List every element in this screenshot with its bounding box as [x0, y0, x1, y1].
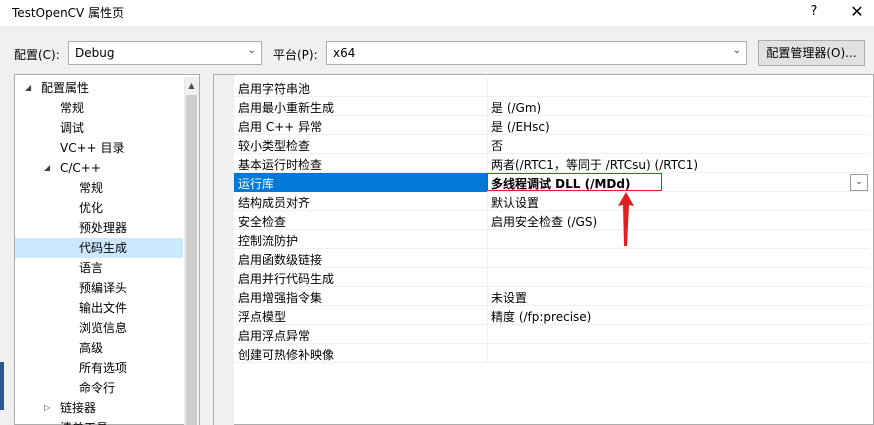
tree-item[interactable]: 链接器 — [60, 398, 96, 418]
column-divider — [487, 154, 488, 173]
tree-item[interactable]: 所有选项 — [79, 358, 127, 378]
tree-item[interactable]: 预编译头 — [79, 278, 127, 298]
property-row[interactable]: 启用增强指令集 未设置 — [234, 287, 870, 306]
tree-item[interactable]: 调试 — [60, 118, 84, 138]
configuration-value: Debug — [75, 46, 115, 60]
property-name: 浮点模型 — [238, 310, 287, 324]
column-divider — [487, 116, 488, 135]
property-name: 创建可热修补映像 — [238, 348, 335, 362]
property-row[interactable]: 启用函数级链接 — [234, 249, 870, 268]
column-divider — [487, 268, 488, 287]
column-divider — [487, 192, 488, 211]
property-value[interactable]: 默认设置 — [491, 194, 539, 211]
window-title: TestOpenCV 属性页 — [12, 6, 125, 20]
tree-item[interactable]: 清单工具 — [60, 418, 108, 425]
column-divider — [487, 211, 488, 230]
property-name: 启用 C++ 异常 — [238, 120, 323, 134]
configuration-select[interactable]: Debug ⌄ — [68, 41, 262, 65]
tree-item[interactable]: 预处理器 — [79, 218, 127, 238]
column-divider — [487, 306, 488, 325]
column-divider — [487, 78, 488, 97]
column-divider — [487, 97, 488, 116]
property-row[interactable]: 启用 C++ 异常 是 (/EHsc) — [234, 116, 870, 135]
tree-item[interactable]: 代码生成 — [79, 238, 127, 258]
tree-item[interactable]: 优化 — [79, 198, 103, 218]
property-value[interactable]: 未设置 — [491, 289, 527, 306]
platform-select[interactable]: x64 ⌄ — [326, 41, 747, 65]
close-button[interactable]: ✕ — [846, 2, 868, 22]
property-value[interactable]: 精度 (/fp:precise) — [491, 308, 591, 325]
property-name: 安全检查 — [238, 215, 287, 229]
column-divider — [487, 135, 488, 154]
property-row[interactable]: 较小类型检查 否 — [234, 135, 870, 154]
property-name: 启用增强指令集 — [238, 291, 323, 305]
column-divider — [487, 249, 488, 268]
column-divider — [487, 325, 488, 344]
chevron-down-icon: ⌄ — [732, 45, 741, 56]
property-value[interactable]: 是 (/Gm) — [491, 99, 541, 116]
tree-item[interactable]: 命令行 — [79, 378, 115, 398]
property-row[interactable]: 控制流防护 — [234, 230, 870, 249]
platform-label: 平台(P): — [273, 48, 318, 62]
background-window-edge — [0, 362, 4, 410]
property-name: 启用函数级链接 — [238, 253, 323, 267]
tree-item[interactable]: 输出文件 — [79, 298, 127, 318]
property-row[interactable]: 启用浮点异常 — [234, 325, 870, 344]
title-bar — [0, 0, 874, 26]
property-name: 较小类型检查 — [238, 139, 311, 153]
configuration-manager-button[interactable]: 配置管理器(O)... — [758, 40, 865, 66]
property-value[interactable]: 启用安全检查 (/GS) — [491, 213, 597, 230]
annotation-arrow-icon — [618, 192, 634, 246]
tree-item[interactable]: 常规 — [60, 98, 84, 118]
collapse-triangle-icon[interactable]: ▷ — [44, 403, 50, 412]
tree-item[interactable]: 浏览信息 — [79, 318, 127, 338]
property-row[interactable]: 启用并行代码生成 — [234, 268, 870, 287]
property-row[interactable]: 浮点模型 精度 (/fp:precise) — [234, 306, 870, 325]
tree-item[interactable]: 配置属性 — [41, 78, 89, 98]
tree-scrollbar-thumb[interactable] — [186, 95, 197, 425]
help-button[interactable]: ? — [804, 2, 824, 22]
tree-item[interactable]: 语言 — [79, 258, 103, 278]
expand-triangle-icon[interactable]: ◢ — [44, 163, 50, 172]
configuration-label: 配置(C): — [14, 48, 60, 62]
property-name: 基本运行时检查 — [238, 158, 323, 172]
property-value[interactable]: 否 — [491, 137, 503, 154]
property-value[interactable]: 是 (/EHsc) — [491, 118, 550, 135]
runtime-library-dropdown-button[interactable]: ⌄ — [850, 174, 868, 191]
property-name: 启用浮点异常 — [238, 329, 311, 343]
property-name: 运行库 — [238, 177, 275, 191]
property-grid-gutter — [214, 75, 234, 425]
property-row[interactable]: 基本运行时检查 两者(/RTC1，等同于 /RTCsu) (/RTC1) — [234, 154, 870, 173]
tree-item[interactable]: C/C++ — [60, 158, 101, 178]
platform-value: x64 — [333, 46, 356, 60]
expand-triangle-icon[interactable]: ◢ — [25, 83, 31, 92]
property-row[interactable]: 创建可热修补映像 — [234, 344, 870, 363]
tree-item[interactable]: 常规 — [79, 178, 103, 198]
property-row[interactable]: 安全检查 启用安全检查 (/GS) — [234, 211, 870, 230]
tree-item[interactable]: VC++ 目录 — [60, 138, 125, 158]
column-divider — [487, 344, 488, 363]
property-name: 结构成员对齐 — [238, 196, 311, 210]
property-name: 启用字符串池 — [238, 82, 311, 96]
property-row[interactable]: 启用最小重新生成 是 (/Gm) — [234, 97, 870, 116]
property-name: 启用最小重新生成 — [238, 101, 335, 115]
column-divider — [487, 230, 488, 249]
property-value[interactable]: 两者(/RTC1，等同于 /RTCsu) (/RTC1) — [491, 156, 698, 173]
column-divider — [487, 287, 488, 306]
property-name: 控制流防护 — [238, 234, 299, 248]
chevron-down-icon: ⌄ — [247, 45, 256, 56]
property-row[interactable]: 启用字符串池 — [234, 78, 870, 97]
property-name: 启用并行代码生成 — [238, 272, 335, 286]
property-row[interactable]: 结构成员对齐 默认设置 — [234, 192, 870, 211]
scroll-up-arrow-icon[interactable]: ▲ — [184, 77, 199, 94]
tree-item[interactable]: 高级 — [79, 338, 103, 358]
